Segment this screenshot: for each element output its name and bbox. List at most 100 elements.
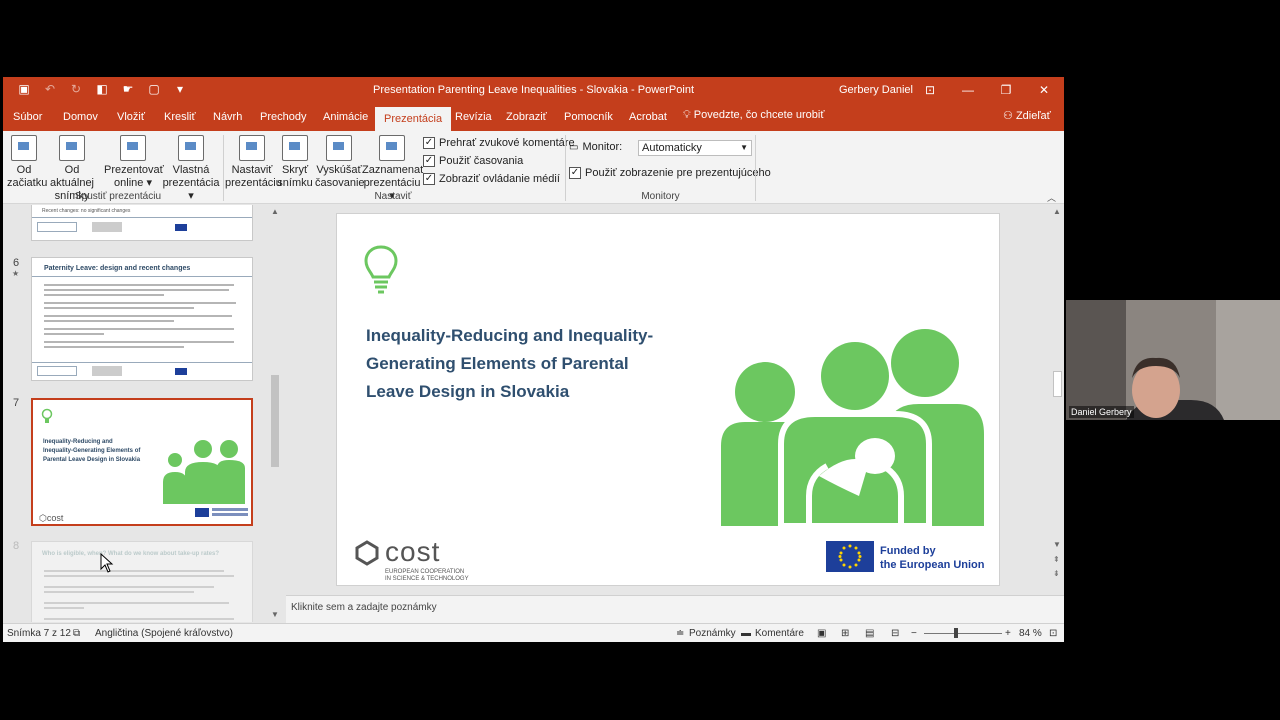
close-button[interactable]: ✕: [1035, 81, 1053, 99]
cost-subtitle: IN SCIENCE & TECHNOLOGY: [385, 576, 469, 582]
reading-view-icon[interactable]: ▤: [865, 628, 874, 639]
minimize-button[interactable]: —: [959, 81, 977, 99]
normal-view-icon[interactable]: ▣: [817, 628, 826, 639]
thumbnail-title: Who is eligible, when? What do we know a…: [42, 551, 220, 557]
scrollbar-thumb[interactable]: [1053, 371, 1062, 397]
ribbon-display-options-icon[interactable]: ⊡: [921, 81, 939, 99]
monitor-icon: ▭: [569, 141, 579, 153]
text-line: [44, 302, 236, 304]
slide-thumbnail-8[interactable]: Who is eligible, when? What do we know a…: [31, 541, 253, 622]
text-line: [44, 570, 224, 572]
family-icon-small: [163, 440, 245, 504]
previous-slide-icon[interactable]: ⇞: [1053, 555, 1060, 564]
tab-help[interactable]: Pomocník: [564, 109, 613, 131]
tell-me-text: Povedzte, čo chcete urobiť: [693, 109, 825, 121]
text-line: [44, 333, 104, 335]
slide-editor: Inequality-Reducing and Inequality-Gener…: [286, 205, 1064, 594]
comments-toggle-button[interactable]: Komentáre: [755, 628, 804, 639]
scroll-up-icon[interactable]: ▲: [1053, 207, 1061, 216]
scrollbar-thumb[interactable]: [271, 375, 279, 467]
scroll-down-icon[interactable]: ▼: [1053, 540, 1061, 549]
powerpoint-window: ▣ ↶ ↻ ◧ ☛ ▢ ▾ Presentation Parenting Lea…: [3, 77, 1064, 642]
hide-slide-button[interactable]: Skryť snímku: [277, 135, 313, 190]
zoom-level[interactable]: 84 %: [1019, 628, 1042, 639]
proofing-icon[interactable]: ⧉: [73, 628, 80, 639]
from-beginning-button[interactable]: Od začiatku: [7, 135, 47, 190]
present-online-button[interactable]: Prezentovať online ▾: [104, 135, 164, 190]
tab-view[interactable]: Zobraziť: [506, 109, 547, 131]
group-separator: [565, 135, 566, 201]
share-button[interactable]: ⚇ Zdieľať: [1003, 109, 1051, 122]
tab-review[interactable]: Revízia: [455, 109, 492, 131]
logo-strip: [37, 366, 77, 376]
zoom-out-icon[interactable]: −: [911, 628, 917, 639]
record-icon: [379, 135, 405, 161]
use-timings-checkbox[interactable]: ✓ Použiť časovania: [423, 155, 523, 167]
slide-sorter-icon[interactable]: ⊞: [841, 628, 849, 639]
tab-file[interactable]: Súbor: [13, 109, 42, 131]
scroll-up-icon[interactable]: ▲: [271, 207, 279, 216]
zoom-slider-thumb[interactable]: [954, 628, 958, 638]
slide-thumbnail-5[interactable]: Recent changes: no significant changes: [31, 205, 253, 241]
slide-title[interactable]: Inequality-Reducing and Inequality-Gener…: [366, 322, 666, 406]
tab-design[interactable]: Návrh: [213, 109, 242, 131]
tab-animations[interactable]: Animácie: [323, 109, 368, 131]
tab-acrobat[interactable]: Acrobat: [629, 109, 667, 131]
lightbulb-icon: [41, 408, 53, 423]
collapse-ribbon-icon[interactable]: ︿: [1047, 191, 1056, 204]
chevron-down-icon: ▼: [740, 143, 748, 152]
tab-slide-show[interactable]: Prezentácia: [375, 107, 452, 131]
thumbnail-title: Paternity Leave: design and recent chang…: [44, 265, 191, 272]
slide-thumbnail-7[interactable]: Inequality-Reducing and Inequality-Gener…: [31, 398, 253, 526]
rehearse-timings-button[interactable]: Vyskúšať časovanie: [315, 135, 365, 190]
thumbnail-text: Recent changes: no significant changes: [42, 208, 131, 214]
hide-slide-icon: [282, 135, 308, 161]
zoom-in-icon[interactable]: +: [1005, 628, 1011, 639]
play-from-start-icon: [11, 135, 37, 161]
editor-scrollbar[interactable]: ▲ ▼ ⇞ ⇟: [1052, 205, 1064, 594]
slide-thumbnail-6[interactable]: Paternity Leave: design and recent chang…: [31, 257, 253, 381]
tab-home[interactable]: Domov: [63, 109, 98, 131]
slide-thumbnails-pane: Recent changes: no significant changes 6…: [3, 205, 285, 622]
slide-show-view-icon[interactable]: ⊟: [891, 628, 899, 639]
group-label-start: Spustiť prezentáciu: [74, 191, 162, 202]
tab-insert[interactable]: Vložiť: [117, 109, 145, 131]
globe-icon: [120, 135, 146, 161]
group-separator: [223, 135, 224, 201]
eu-funding-text: Funded by the European Union: [880, 545, 985, 571]
lightbulb-icon: [364, 245, 398, 294]
checkmark-icon: ✓: [569, 167, 581, 179]
text-line: [44, 320, 174, 322]
language-indicator[interactable]: Angličtina (Spojené kráľovstvo): [95, 628, 233, 639]
monitor-label: ▭ Monitor:: [569, 141, 623, 153]
tell-me-box[interactable]: 💡︎ Povedzte, čo chcete urobiť: [683, 109, 824, 122]
show-media-controls-checkbox[interactable]: ✓ Zobraziť ovládanie médií: [423, 173, 560, 185]
notes-toggle-button[interactable]: Poznámky: [689, 628, 736, 639]
participant-video-frame: [1066, 300, 1280, 420]
checkmark-icon: ✓: [423, 137, 435, 149]
monitor-dropdown[interactable]: Automaticky ▼: [638, 140, 752, 156]
current-slide[interactable]: Inequality-Reducing and Inequality-Gener…: [336, 213, 1000, 586]
slide-number: 8: [13, 540, 20, 552]
fit-to-window-icon[interactable]: ⊡: [1049, 628, 1057, 639]
group-label-setup: Nastaviť: [374, 191, 412, 202]
text-line: [44, 586, 214, 588]
restore-button[interactable]: ❐: [997, 81, 1015, 99]
scroll-down-icon[interactable]: ▼: [271, 610, 279, 619]
notes-pane[interactable]: Kliknite sem a zadajte poznámky: [286, 595, 1064, 623]
lightbulb-icon: 💡︎: [683, 109, 691, 121]
account-name[interactable]: Gerbery Daniel: [839, 84, 913, 96]
text-line: [44, 346, 184, 348]
custom-show-icon: [178, 135, 204, 161]
zoom-slider[interactable]: [924, 633, 1002, 634]
stopwatch-icon: [326, 135, 352, 161]
set-up-slide-show-button[interactable]: Nastaviť prezentáciu: [225, 135, 282, 190]
tab-transitions[interactable]: Prechody: [260, 109, 306, 131]
thumbnails-scrollbar[interactable]: ▲ ▼: [269, 205, 281, 622]
next-slide-icon[interactable]: ⇟: [1053, 569, 1060, 578]
presenter-view-checkbox[interactable]: ✓ Použiť zobrazenie pre prezentujúceho: [569, 167, 771, 179]
play-narrations-checkbox[interactable]: ✓ Prehrať zvukové komentáre: [423, 137, 575, 149]
tab-draw[interactable]: Kresliť: [164, 109, 196, 131]
thumbnail-title: Inequality-Reducing and Inequality-Gener…: [43, 439, 141, 463]
title-bar: ▣ ↶ ↻ ◧ ☛ ▢ ▾ Presentation Parenting Lea…: [3, 77, 1064, 103]
